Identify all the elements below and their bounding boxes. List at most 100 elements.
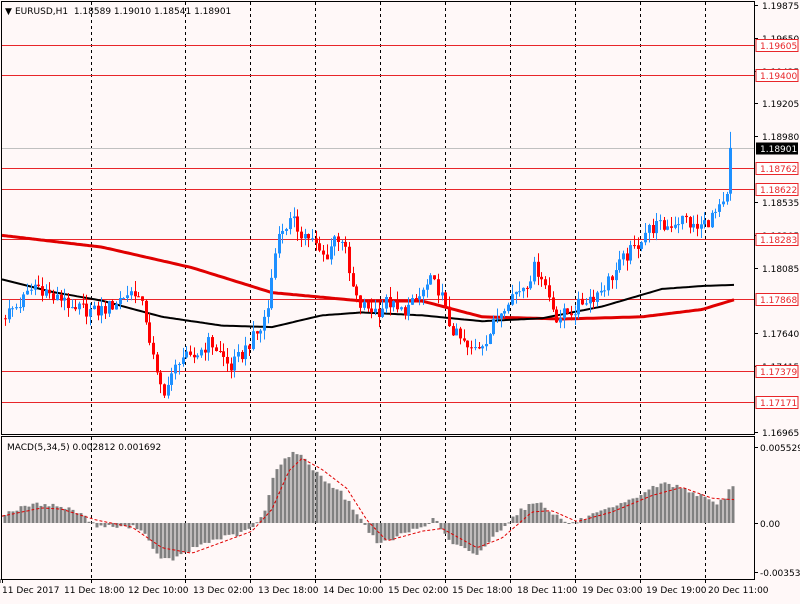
candle-body[interactable] xyxy=(167,384,170,396)
candle-body[interactable] xyxy=(722,201,725,205)
candle-body[interactable] xyxy=(263,316,266,331)
candle-body[interactable] xyxy=(540,276,543,280)
candle-body[interactable] xyxy=(555,309,558,323)
candle-body[interactable] xyxy=(152,342,155,355)
candle-body[interactable] xyxy=(122,297,125,299)
candle-body[interactable] xyxy=(82,303,85,305)
candle-body[interactable] xyxy=(415,298,418,300)
candle-body[interactable] xyxy=(507,304,510,312)
candle-body[interactable] xyxy=(333,236,336,247)
candle-body[interactable] xyxy=(363,301,366,308)
candle-body[interactable] xyxy=(552,297,555,310)
candle-body[interactable] xyxy=(337,236,340,242)
candle-body[interactable] xyxy=(622,253,625,260)
candle-body[interactable] xyxy=(270,277,273,309)
candle-body[interactable] xyxy=(729,147,732,194)
candle-body[interactable] xyxy=(618,259,621,271)
candle-body[interactable] xyxy=(437,279,440,296)
candle-body[interactable] xyxy=(304,234,307,239)
candle-body[interactable] xyxy=(322,250,325,255)
candle-body[interactable] xyxy=(655,220,658,234)
candle-body[interactable] xyxy=(170,373,173,385)
candle-body[interactable] xyxy=(581,298,584,305)
candle-body[interactable] xyxy=(478,347,481,349)
candle-body[interactable] xyxy=(63,297,66,301)
candle-body[interactable] xyxy=(385,297,388,309)
candle-body[interactable] xyxy=(15,307,18,309)
candle-body[interactable] xyxy=(237,351,240,357)
candle-body[interactable] xyxy=(696,223,699,229)
candle-body[interactable] xyxy=(637,245,640,249)
candle-body[interactable] xyxy=(407,304,410,316)
candle-body[interactable] xyxy=(674,224,677,228)
candle-body[interactable] xyxy=(640,242,643,249)
candle-body[interactable] xyxy=(711,212,714,228)
chart-svg[interactable]: 1.198751.196501.194251.192051.189801.185… xyxy=(0,0,800,600)
candle-body[interactable] xyxy=(93,305,96,310)
candle-body[interactable] xyxy=(189,351,192,355)
candle-body[interactable] xyxy=(574,314,577,316)
candle-body[interactable] xyxy=(681,215,684,225)
candle-body[interactable] xyxy=(474,347,477,349)
candle-body[interactable] xyxy=(652,224,655,234)
candle-body[interactable] xyxy=(455,328,458,336)
candle-body[interactable] xyxy=(200,349,203,356)
candle-body[interactable] xyxy=(626,253,629,261)
candle-body[interactable] xyxy=(204,349,207,353)
candle-body[interactable] xyxy=(355,286,358,296)
candle-body[interactable] xyxy=(259,330,262,334)
candle-body[interactable] xyxy=(126,295,129,298)
candle-body[interactable] xyxy=(178,364,181,366)
candle-body[interactable] xyxy=(503,311,506,314)
candle-body[interactable] xyxy=(670,226,673,228)
candle-body[interactable] xyxy=(115,304,118,310)
candle-body[interactable] xyxy=(37,284,40,287)
candle-body[interactable] xyxy=(352,273,355,287)
candle-body[interactable] xyxy=(600,290,603,293)
candle-body[interactable] xyxy=(108,301,111,314)
candle-body[interactable] xyxy=(452,326,455,336)
candle-body[interactable] xyxy=(367,301,370,309)
candle-body[interactable] xyxy=(45,289,48,296)
candle-body[interactable] xyxy=(300,231,303,239)
candle-body[interactable] xyxy=(629,245,632,261)
candle-body[interactable] xyxy=(278,233,281,254)
candle-body[interactable] xyxy=(429,275,432,285)
candle-body[interactable] xyxy=(481,346,484,349)
candle-body[interactable] xyxy=(256,331,259,334)
candle-body[interactable] xyxy=(174,364,177,374)
candle-body[interactable] xyxy=(22,294,25,308)
candle-body[interactable] xyxy=(111,301,114,310)
candle-body[interactable] xyxy=(703,220,706,225)
candle-body[interactable] xyxy=(104,306,107,314)
candle-body[interactable] xyxy=(233,356,236,371)
candle-body[interactable] xyxy=(71,307,74,309)
candle-body[interactable] xyxy=(318,243,321,251)
chart-menu-arrow[interactable]: ▼ xyxy=(5,7,12,17)
candle-body[interactable] xyxy=(67,297,70,309)
candle-body[interactable] xyxy=(718,204,721,212)
candle-body[interactable] xyxy=(607,276,610,291)
candle-body[interactable] xyxy=(381,308,384,317)
candle-body[interactable] xyxy=(404,307,407,316)
candle-body[interactable] xyxy=(374,308,377,313)
candle-body[interactable] xyxy=(348,246,351,274)
candle-body[interactable] xyxy=(341,241,344,243)
candle-body[interactable] xyxy=(4,318,7,320)
candle-body[interactable] xyxy=(30,289,33,291)
candle-body[interactable] xyxy=(148,322,151,343)
candle-body[interactable] xyxy=(666,226,669,230)
candle-body[interactable] xyxy=(137,296,140,298)
candle-body[interactable] xyxy=(370,308,373,313)
candle-body[interactable] xyxy=(52,293,55,301)
candle-body[interactable] xyxy=(548,285,551,298)
candle-body[interactable] xyxy=(463,338,466,341)
candle-body[interactable] xyxy=(26,290,29,295)
candle-body[interactable] xyxy=(466,340,469,348)
candle-body[interactable] xyxy=(492,319,495,335)
candle-body[interactable] xyxy=(441,292,444,296)
candle-body[interactable] xyxy=(485,343,488,347)
candle-body[interactable] xyxy=(559,318,562,323)
candle-body[interactable] xyxy=(518,291,521,293)
candle-body[interactable] xyxy=(707,220,710,228)
